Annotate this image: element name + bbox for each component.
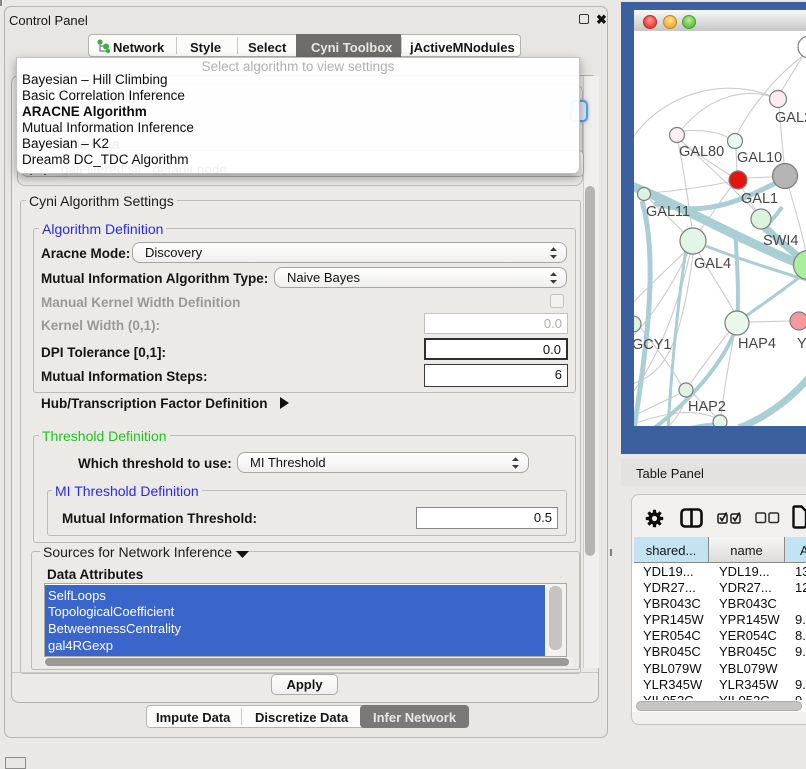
- svg-text:GAL10: GAL10: [737, 150, 782, 166]
- svg-text:GAL11: GAL11: [646, 204, 690, 220]
- svg-text:YJ: YJ: [797, 336, 806, 352]
- svg-text:GAL2: GAL2: [775, 110, 806, 126]
- svg-text:GAL80: GAL80: [679, 144, 724, 160]
- svg-text:GCY1: GCY1: [634, 337, 672, 353]
- svg-text:GAL4: GAL4: [694, 256, 731, 272]
- svg-text:HAP2: HAP2: [688, 399, 726, 415]
- svg-text:SWI4: SWI4: [763, 233, 798, 249]
- svg-text:GAL1: GAL1: [741, 191, 778, 207]
- svg-text:HAP4: HAP4: [738, 336, 776, 352]
